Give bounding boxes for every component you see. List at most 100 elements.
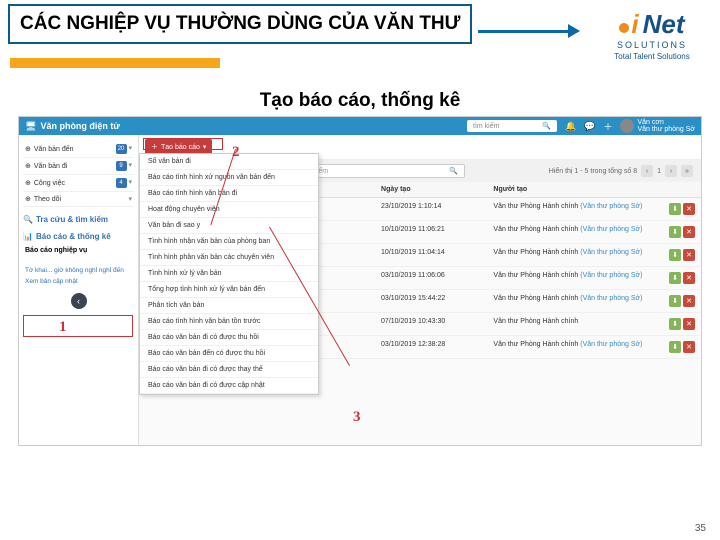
global-search[interactable]: tìm kiếm 🔍: [467, 120, 557, 132]
chat-icon[interactable]: 💬: [584, 121, 595, 132]
menu-item[interactable]: Hoạt động chuyên viên: [140, 202, 318, 218]
page-number: 35: [695, 523, 706, 534]
chevron-down-icon: ▾: [128, 195, 132, 203]
menu-item[interactable]: Báo cáo văn bản đi có được thay thế: [140, 362, 318, 378]
menu-item[interactable]: Báo cáo văn bản đi có được thu hồi: [140, 330, 318, 346]
chevron-down-icon: ▾: [128, 179, 132, 186]
plus-icon: ⊕: [25, 195, 31, 203]
delete-button[interactable]: ✕: [683, 203, 695, 215]
collapse-sidebar-button[interactable]: ‹: [71, 293, 87, 309]
cell-author: Văn thư Phòng Hành chính (Văn thư phòng …: [487, 336, 656, 359]
plus-icon: ⊕: [25, 179, 31, 187]
cell-author: Văn thư Phòng Hành chính: [487, 313, 656, 336]
dropdown-label: Tạo báo cáo: [161, 144, 200, 151]
logo-i: i: [631, 9, 638, 40]
sidebar-item-theodoi[interactable]: ⊕Theo dõi ▾: [23, 192, 134, 207]
plus-icon[interactable]: ＋: [603, 120, 612, 133]
logo-tagline: Total Talent Solutions: [614, 52, 689, 61]
delete-button[interactable]: ✕: [683, 295, 695, 307]
delete-button[interactable]: ✕: [683, 272, 695, 284]
menu-item[interactable]: Tình hình nhận văn bản của phòng ban: [140, 234, 318, 250]
search-icon: 🔍: [542, 122, 551, 130]
plus-icon: ＋: [151, 142, 158, 152]
badge: 20: [116, 144, 127, 154]
menu-item[interactable]: Tổng hợp tình hình xử lý văn bản đến: [140, 282, 318, 298]
app-header: 🖥 Văn phòng điện tử tìm kiếm 🔍 🔔 💬 ＋ Văn…: [19, 117, 701, 135]
chevron-left-icon: ‹: [77, 296, 80, 306]
menu-item[interactable]: Phân tích văn bản: [140, 298, 318, 314]
subtitle: Tạo báo cáo, thống kê: [0, 90, 720, 112]
sidebar-item-vanbanden[interactable]: ⊕Văn bản đến 20 ▾: [23, 141, 134, 158]
plus-icon: ⊕: [25, 162, 31, 170]
user-menu[interactable]: Văn cơn Văn thư phòng Sở: [620, 119, 695, 133]
arrow-graphic: [482, 4, 592, 54]
download-button[interactable]: ⬇: [669, 249, 681, 261]
search-placeholder: tìm kiếm: [473, 123, 499, 130]
menu-item[interactable]: Tình hình xử lý văn bản: [140, 266, 318, 282]
chevron-down-icon: ▾: [128, 162, 132, 169]
menu-item[interactable]: Văn bản đi sao y: [140, 218, 318, 234]
menu-item[interactable]: Báo cáo văn bản đến có được thu hồi: [140, 346, 318, 362]
download-button[interactable]: ⬇: [669, 272, 681, 284]
title-box: CÁC NGHIỆP VỤ THƯỜNG DÙNG CỦA VĂN THƯ: [8, 4, 472, 44]
sidebar-item-label: Theo dõi: [34, 196, 61, 203]
monitor-icon: 🖥: [25, 121, 36, 132]
help-link-1[interactable]: Tờ khai... giờ không nghỉ nghỉ đến: [23, 265, 134, 276]
page-current: 1: [657, 168, 661, 175]
cell-date: 07/10/2019 10:43:30: [375, 313, 487, 336]
create-report-dropdown[interactable]: ＋ Tạo báo cáo ▾ Sổ văn bản đi Báo cáo tì…: [145, 139, 212, 155]
logo-solutions: SOLUTIONS: [617, 40, 687, 50]
sidebar-item-congviec[interactable]: ⊕Công việc 4 ▾: [23, 175, 134, 192]
pagination: Hiển thị 1 - 5 trong tổng số 8 ‹ 1 › »: [549, 165, 693, 177]
download-button[interactable]: ⬇: [669, 203, 681, 215]
delete-button[interactable]: ✕: [683, 341, 695, 353]
badge: 4: [116, 178, 127, 188]
menu-item[interactable]: Báo cáo tình hình xử nguồn văn bản đến: [140, 170, 318, 186]
cell-date: 03/10/2019 11:06:06: [375, 267, 487, 290]
sidebar-section-label: Tra cứu & tìm kiếm: [36, 215, 108, 224]
page-last-button[interactable]: »: [681, 165, 693, 177]
sidebar-item-baocaonghiepvu[interactable]: Báo cáo nghiệp vụ: [23, 244, 134, 257]
download-button[interactable]: ⬇: [669, 226, 681, 238]
download-button[interactable]: ⬇: [669, 341, 681, 353]
delete-button[interactable]: ✕: [683, 318, 695, 330]
sidebar-section-label: Báo cáo & thống kê: [36, 232, 111, 241]
sidebar-item-label: Công việc: [34, 180, 65, 187]
download-button[interactable]: ⬇: [669, 318, 681, 330]
search-icon: 🔍: [23, 215, 33, 224]
toolbar: ＋ Tạo báo cáo ▾ Sổ văn bản đi Báo cáo tì…: [139, 135, 701, 160]
sidebar-section-reports[interactable]: 📊 Báo cáo & thống kê: [23, 232, 134, 241]
menu-item[interactable]: Báo cáo văn bản đi có được cập nhật: [140, 378, 318, 394]
col-date: Ngày tạo: [381, 186, 411, 193]
cell-author: Văn thư Phòng Hành chính (Văn thư phòng …: [487, 290, 656, 313]
col-author: Người tạo: [493, 186, 527, 193]
delete-button[interactable]: ✕: [683, 226, 695, 238]
bell-icon[interactable]: 🔔: [565, 121, 576, 132]
delete-button[interactable]: ✕: [683, 249, 695, 261]
cell-date: 03/10/2019 15:44:22: [375, 290, 487, 313]
app-title: Văn phòng điện tử: [40, 121, 120, 131]
cell-author: Văn thư Phòng Hành chính (Văn thư phòng …: [487, 267, 656, 290]
sidebar-item-label: Văn bản đi: [34, 163, 67, 170]
sidebar: ⊕Văn bản đến 20 ▾ ⊕Văn bản đi 9 ▾ ⊕Công …: [19, 135, 139, 445]
menu-item[interactable]: Báo cáo tình hình văn bản đi: [140, 186, 318, 202]
cell-date: 10/10/2019 11:06:21: [375, 221, 487, 244]
badge: 9: [116, 161, 127, 171]
logo-dot-icon: [619, 23, 629, 33]
cell-author: Văn thư Phòng Hành chính (Văn thư phòng …: [487, 198, 656, 221]
page-prev-button[interactable]: ‹: [641, 165, 653, 177]
page-next-button[interactable]: ›: [665, 165, 677, 177]
user-name: Văn cơn: [637, 119, 695, 126]
plus-icon: ⊕: [25, 145, 31, 153]
download-button[interactable]: ⬇: [669, 295, 681, 307]
logo: i Net SOLUTIONS Total Talent Solutions: [592, 4, 712, 66]
pagination-text: Hiển thị 1 - 5 trong tổng số 8: [549, 168, 637, 175]
menu-item[interactable]: Báo cáo tình hình văn bản tồn trước: [140, 314, 318, 330]
sidebar-item-vanbandi[interactable]: ⊕Văn bản đi 9 ▾: [23, 158, 134, 175]
cell-author: Văn thư Phòng Hành chính (Văn thư phòng …: [487, 244, 656, 267]
cell-date: 10/10/2019 11:04:14: [375, 244, 487, 267]
help-link-2[interactable]: Xem bản cập nhật: [23, 276, 134, 287]
chevron-down-icon: ▾: [203, 143, 207, 151]
chevron-down-icon: ▾: [128, 145, 132, 152]
sidebar-section-search[interactable]: 🔍 Tra cứu & tìm kiếm: [23, 215, 134, 224]
